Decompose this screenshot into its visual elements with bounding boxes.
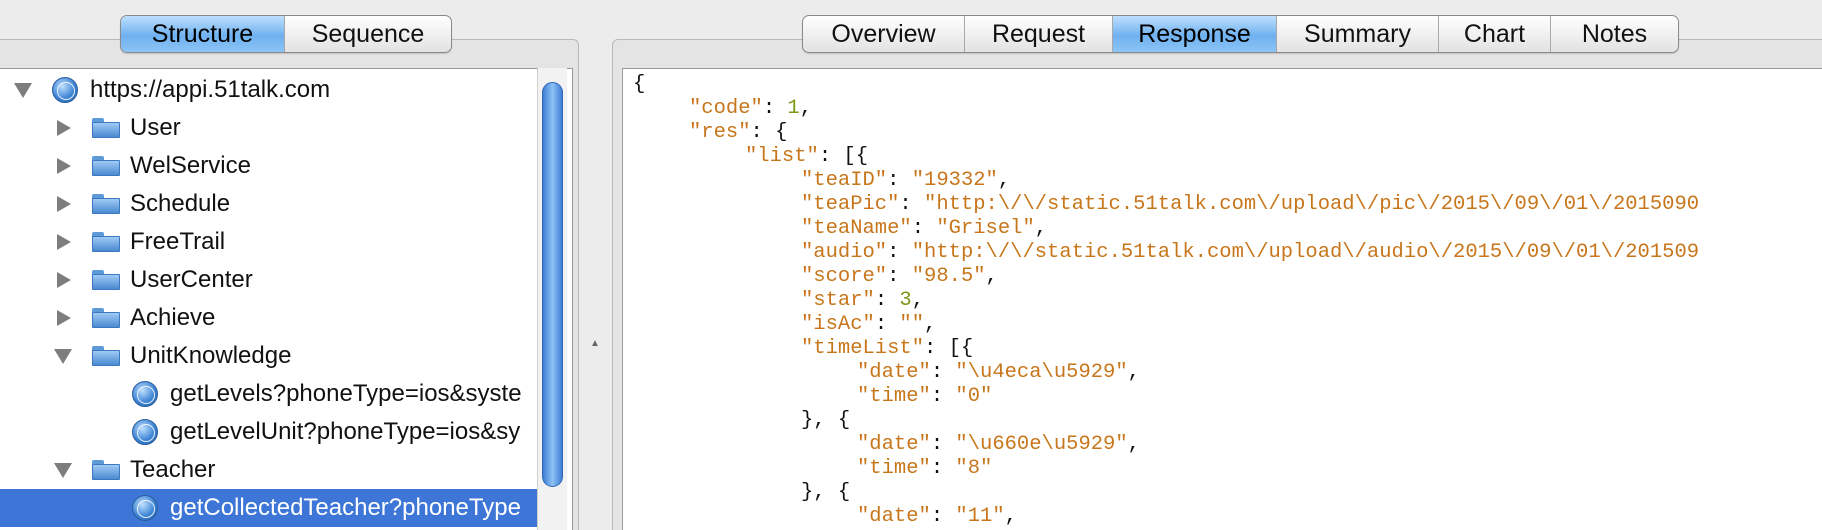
json-line: }, {: [801, 409, 851, 432]
disclosure-collapsed-icon[interactable]: [57, 272, 71, 288]
splitter-handle-icon[interactable]: ▲: [590, 338, 600, 349]
folder-icon: [92, 194, 120, 214]
json-line: "audio": "http:\/\/static.51talk.com\/up…: [801, 241, 1700, 264]
json-line: {: [633, 73, 646, 96]
disclosure-expanded-icon[interactable]: [14, 83, 32, 98]
disclosure-collapsed-icon[interactable]: [57, 310, 71, 326]
tree-row-host[interactable]: https://appi.51talk.com: [0, 71, 545, 109]
disclosure-expanded-icon[interactable]: [54, 463, 72, 478]
disclosure-expanded-icon[interactable]: [54, 349, 72, 364]
request-label: getLevelUnit?phoneType=ios&sy: [170, 418, 521, 445]
globe-icon: [52, 77, 78, 103]
tab-summary[interactable]: Summary: [1277, 16, 1439, 52]
tab-request[interactable]: Request: [965, 16, 1113, 52]
globe-icon: [132, 419, 158, 445]
tab-response[interactable]: Response: [1113, 16, 1277, 52]
scrollbar-thumb[interactable]: [542, 82, 563, 487]
tree-folder-teacher[interactable]: Teacher: [0, 451, 545, 489]
folder-open-icon: [92, 346, 120, 366]
json-line: "res": {: [689, 121, 788, 144]
tab-chart[interactable]: Chart: [1439, 16, 1551, 52]
disclosure-collapsed-icon[interactable]: [57, 196, 71, 212]
folder-label: UnitKnowledge: [130, 342, 292, 369]
json-line: "date": "\u4eca\u5929",: [857, 361, 1140, 384]
tree-folder-user[interactable]: User: [0, 109, 545, 147]
tab-structure[interactable]: Structure: [121, 16, 285, 52]
folder-label: User: [130, 114, 181, 141]
structure-tree: https://appi.51talk.com User WelService …: [0, 68, 573, 530]
json-line: "date": "\u660e\u5929",: [857, 433, 1140, 456]
json-line: "teaID": "19332",: [801, 169, 1011, 192]
tree-folder-freetrail[interactable]: FreeTrail: [0, 223, 545, 261]
folder-label: WelService: [130, 152, 251, 179]
json-line: "code": 1,: [689, 97, 813, 120]
folder-label: Schedule: [130, 190, 231, 217]
disclosure-collapsed-icon[interactable]: [57, 158, 71, 174]
folder-label: FreeTrail: [130, 228, 226, 255]
folder-icon: [92, 232, 120, 252]
folder-label: UserCenter: [130, 266, 253, 293]
json-line: "teaName": "Grisel",: [801, 217, 1048, 240]
folder-label: Achieve: [130, 304, 216, 331]
tree-folder-welservice[interactable]: WelService: [0, 147, 545, 185]
json-line: "list": [{: [745, 145, 869, 168]
folder-icon: [92, 270, 120, 290]
folder-icon: [92, 308, 120, 328]
tab-overview[interactable]: Overview: [803, 16, 965, 52]
folder-icon: [92, 156, 120, 176]
request-label: getCollectedTeacher?phoneType: [170, 494, 521, 521]
json-line: "time": "0": [857, 385, 993, 408]
tree-request-getcollectedteacher[interactable]: getCollectedTeacher?phoneType: [0, 489, 545, 527]
tree-folder-unitknowledge[interactable]: UnitKnowledge: [0, 337, 545, 375]
tab-notes[interactable]: Notes: [1551, 16, 1678, 52]
tree-request-getlevelunit[interactable]: getLevelUnit?phoneType=ios&sy: [0, 413, 545, 451]
folder-open-icon: [92, 460, 120, 480]
disclosure-collapsed-icon[interactable]: [57, 234, 71, 250]
tab-sequence[interactable]: Sequence: [285, 16, 451, 52]
response-json-view: { "code": 1, "res": { "list": [{ "teaID"…: [622, 68, 1822, 530]
json-line: "timeList": [{: [801, 337, 974, 360]
globe-icon: [132, 381, 158, 407]
tree-folder-usercenter[interactable]: UserCenter: [0, 261, 545, 299]
right-view-tabs: Overview Request Response Summary Chart …: [802, 15, 1679, 53]
json-line: "isAc": "",: [801, 313, 937, 336]
json-line: "teaPic": "http:\/\/static.51talk.com\/u…: [801, 193, 1700, 216]
json-line: "star": 3,: [801, 289, 925, 312]
disclosure-collapsed-icon[interactable]: [57, 120, 71, 136]
json-line: }, {: [801, 481, 851, 504]
left-view-tabs: Structure Sequence: [120, 15, 452, 53]
tree-folder-schedule[interactable]: Schedule: [0, 185, 545, 223]
tree-folder-achieve[interactable]: Achieve: [0, 299, 545, 337]
tree-request-getlevels[interactable]: getLevels?phoneType=ios&syste: [0, 375, 545, 413]
tree-scrollbar[interactable]: [537, 68, 567, 530]
request-label: getLevels?phoneType=ios&syste: [170, 380, 522, 407]
folder-label: Teacher: [130, 456, 216, 483]
globe-icon: [132, 495, 158, 521]
folder-icon: [92, 118, 120, 138]
json-line: "score": "98.5",: [801, 265, 998, 288]
json-line: "time": "8": [857, 457, 993, 480]
host-label: https://appi.51talk.com: [90, 76, 331, 103]
json-line: "date": "11",: [857, 505, 1017, 528]
